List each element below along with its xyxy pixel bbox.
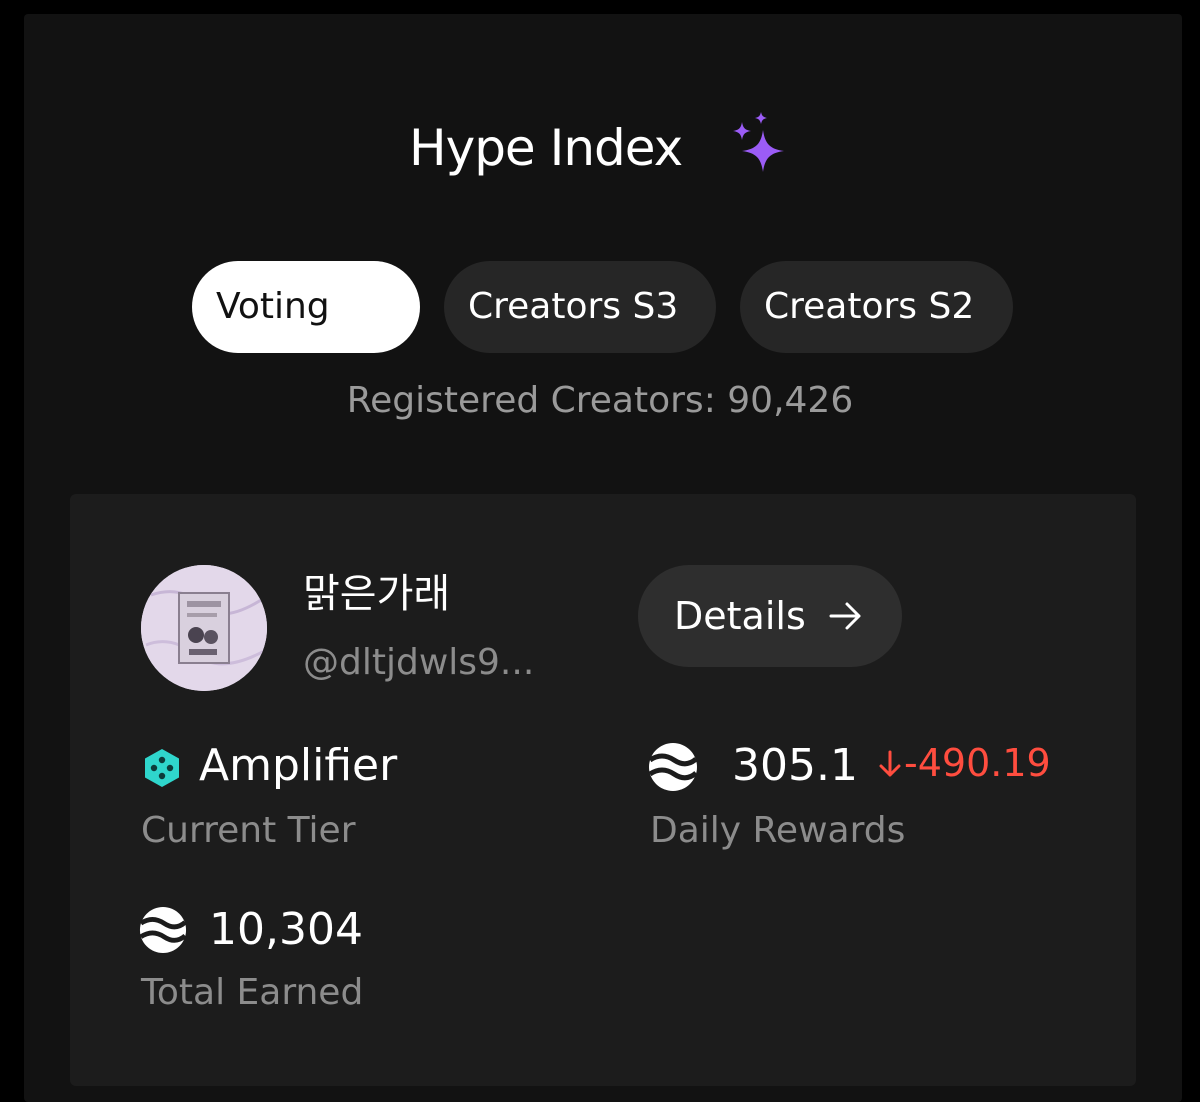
tier-label: Current Tier xyxy=(141,810,356,851)
avatar-image xyxy=(141,565,267,691)
token-icon xyxy=(648,743,698,791)
arrow-down-icon xyxy=(879,750,901,777)
creator-handle: @dltjdwls9... xyxy=(303,642,535,683)
creator-name: 맑은가래 xyxy=(303,571,451,617)
daily-rewards-delta-value: -490.19 xyxy=(904,741,1051,785)
header: Hype Index xyxy=(0,104,1200,194)
tab-creators-s2[interactable]: Creators S2 xyxy=(740,261,1013,353)
daily-rewards-delta: -490.19 xyxy=(878,737,1051,789)
arrow-right-icon xyxy=(829,602,861,630)
registered-creators-count: Registered Creators: 90,426 xyxy=(346,380,854,421)
details-button-label: Details xyxy=(674,594,806,638)
hexagon-tier-icon xyxy=(145,749,179,787)
daily-rewards-value: 305.1 xyxy=(732,740,858,791)
total-earned-value: 10,304 xyxy=(209,904,363,955)
avatar xyxy=(141,565,267,691)
details-button[interactable]: Details xyxy=(638,565,902,667)
tab-creators-s3[interactable]: Creators S3 xyxy=(444,261,716,353)
tier-value: Amplifier xyxy=(199,740,398,791)
total-earned-label: Total Earned xyxy=(141,972,364,1013)
token-icon xyxy=(139,906,187,954)
sparkle-icon xyxy=(733,112,784,172)
page-title: Hype Index xyxy=(409,119,683,177)
daily-rewards-label: Daily Rewards xyxy=(650,810,906,851)
tab-voting[interactable]: Voting xyxy=(192,261,420,353)
